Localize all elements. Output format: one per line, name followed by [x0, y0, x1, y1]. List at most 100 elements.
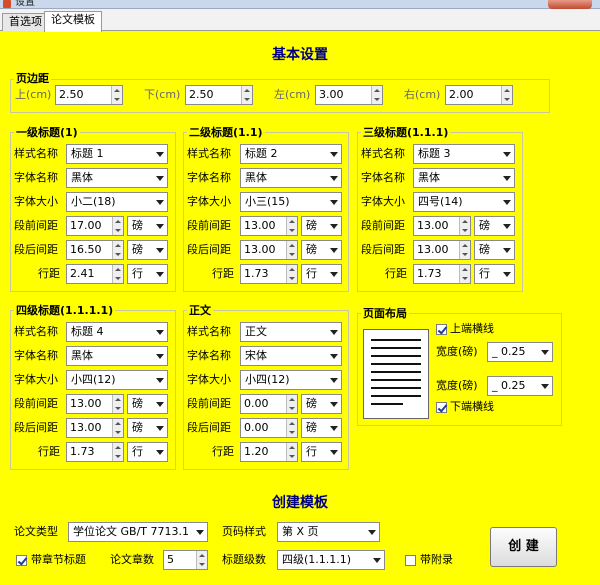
- heading3-style-select[interactable]: 标题 3: [413, 144, 515, 164]
- chevron-down-icon[interactable]: [538, 377, 552, 395]
- spinner-arrows-icon[interactable]: [286, 217, 297, 235]
- heading3-line-spinner[interactable]: 1.73: [413, 264, 471, 284]
- body-before-unit-select[interactable]: 磅: [301, 394, 342, 414]
- paper-type-select[interactable]: 学位论文 GB/T 7713.1: [68, 522, 208, 542]
- top-line-checkbox[interactable]: [436, 324, 447, 335]
- chevron-down-icon[interactable]: [153, 395, 167, 413]
- body-style-select[interactable]: 正文: [240, 322, 342, 342]
- spinner-arrows-icon[interactable]: [501, 86, 512, 104]
- spinner-arrows-icon[interactable]: [286, 395, 297, 413]
- heading1-font-select[interactable]: 黑体: [66, 168, 168, 188]
- heading4-size-select[interactable]: 小四(12): [66, 370, 168, 390]
- body-font-select[interactable]: 宋体: [240, 346, 342, 366]
- heading4-before-unit-select[interactable]: 磅: [127, 394, 168, 414]
- heading1-size-select[interactable]: 小二(18): [66, 192, 168, 212]
- spinner-arrows-icon[interactable]: [286, 265, 297, 283]
- chevron-down-icon[interactable]: [327, 169, 341, 187]
- heading3-before-unit-select[interactable]: 磅: [474, 216, 515, 236]
- chevron-down-icon[interactable]: [500, 169, 514, 187]
- chevron-down-icon[interactable]: [500, 265, 514, 283]
- chevron-down-icon[interactable]: [153, 323, 167, 341]
- chevron-down-icon[interactable]: [327, 217, 341, 235]
- body-before-spinner[interactable]: 0.00: [240, 394, 298, 414]
- heading2-line-spinner[interactable]: 1.73: [240, 264, 298, 284]
- chevron-down-icon[interactable]: [500, 193, 514, 211]
- chevron-down-icon[interactable]: [153, 443, 167, 461]
- spinner-arrows-icon[interactable]: [112, 265, 123, 283]
- heading3-after-unit-select[interactable]: 磅: [474, 240, 515, 260]
- spinner-arrows-icon[interactable]: [112, 217, 123, 235]
- heading4-after-spinner[interactable]: 13.00: [66, 418, 124, 438]
- chevron-down-icon[interactable]: [327, 145, 341, 163]
- chevron-down-icon[interactable]: [153, 371, 167, 389]
- chapter-title-checkbox[interactable]: [16, 555, 27, 566]
- heading4-font-select[interactable]: 黑体: [66, 346, 168, 366]
- chevron-down-icon[interactable]: [153, 217, 167, 235]
- heading3-font-select[interactable]: 黑体: [413, 168, 515, 188]
- chevron-down-icon[interactable]: [327, 347, 341, 365]
- spinner-arrows-icon[interactable]: [286, 241, 297, 259]
- heading2-style-select[interactable]: 标题 2: [240, 144, 342, 164]
- spinner-arrows-icon[interactable]: [371, 86, 382, 104]
- heading1-line-spinner[interactable]: 2.41: [66, 264, 124, 284]
- appendix-checkbox[interactable]: [405, 555, 416, 566]
- body-line-spinner[interactable]: 1.20: [240, 442, 298, 462]
- heading2-after-unit-select[interactable]: 磅: [301, 240, 342, 260]
- create-button[interactable]: 创 建: [490, 527, 557, 567]
- heading-levels-select[interactable]: 四级(1.1.1.1): [277, 550, 385, 570]
- chevron-down-icon[interactable]: [153, 145, 167, 163]
- spinner-arrows-icon[interactable]: [459, 265, 470, 283]
- heading4-line-spinner[interactable]: 1.73: [66, 442, 124, 462]
- chevron-down-icon[interactable]: [327, 419, 341, 437]
- heading2-font-select[interactable]: 黑体: [240, 168, 342, 188]
- margin-right-spinner[interactable]: 2.00: [445, 85, 513, 105]
- page-number-select[interactable]: 第 X 页: [277, 522, 380, 542]
- chevron-down-icon[interactable]: [327, 371, 341, 389]
- body-after-spinner[interactable]: 0.00: [240, 418, 298, 438]
- heading1-after-unit-select[interactable]: 磅: [127, 240, 168, 260]
- close-button[interactable]: [548, 0, 592, 9]
- spinner-arrows-icon[interactable]: [286, 443, 297, 461]
- heading4-after-unit-select[interactable]: 磅: [127, 418, 168, 438]
- spinner-arrows-icon[interactable]: [459, 217, 470, 235]
- body-line-unit-select[interactable]: 行: [301, 442, 342, 462]
- body-after-unit-select[interactable]: 磅: [301, 418, 342, 438]
- chevron-down-icon[interactable]: [153, 193, 167, 211]
- chevron-down-icon[interactable]: [327, 265, 341, 283]
- heading1-after-spinner[interactable]: 16.50: [66, 240, 124, 260]
- heading3-after-spinner[interactable]: 13.00: [413, 240, 471, 260]
- heading3-size-select[interactable]: 四号(14): [413, 192, 515, 212]
- chevron-down-icon[interactable]: [500, 217, 514, 235]
- top-width-select[interactable]: _ 0.25: [487, 342, 553, 362]
- margin-left-spinner[interactable]: 3.00: [315, 85, 383, 105]
- spinner-arrows-icon[interactable]: [112, 419, 123, 437]
- spinner-arrows-icon[interactable]: [111, 86, 122, 104]
- spinner-arrows-icon[interactable]: [459, 241, 470, 259]
- body-size-select[interactable]: 小四(12): [240, 370, 342, 390]
- chevron-down-icon[interactable]: [500, 145, 514, 163]
- spinner-arrows-icon[interactable]: [112, 443, 123, 461]
- chapters-spinner[interactable]: 5: [163, 550, 208, 570]
- margin-top-spinner[interactable]: 2.50: [55, 85, 123, 105]
- chevron-down-icon[interactable]: [327, 443, 341, 461]
- margin-bottom-spinner[interactable]: 2.50: [185, 85, 253, 105]
- heading2-size-select[interactable]: 小三(15): [240, 192, 342, 212]
- heading1-style-select[interactable]: 标题 1: [66, 144, 168, 164]
- chevron-down-icon[interactable]: [327, 193, 341, 211]
- chevron-down-icon[interactable]: [153, 419, 167, 437]
- heading1-line-unit-select[interactable]: 行: [127, 264, 168, 284]
- spinner-arrows-icon[interactable]: [196, 551, 207, 569]
- spinner-arrows-icon[interactable]: [241, 86, 252, 104]
- spinner-arrows-icon[interactable]: [112, 241, 123, 259]
- bottom-width-select[interactable]: _ 0.25: [487, 376, 553, 396]
- chevron-down-icon[interactable]: [327, 323, 341, 341]
- tab-preferences[interactable]: 首选项: [2, 13, 49, 31]
- chevron-down-icon[interactable]: [153, 241, 167, 259]
- heading1-before-spinner[interactable]: 17.00: [66, 216, 124, 236]
- chevron-down-icon[interactable]: [538, 343, 552, 361]
- heading3-line-unit-select[interactable]: 行: [474, 264, 515, 284]
- spinner-arrows-icon[interactable]: [286, 419, 297, 437]
- heading2-before-unit-select[interactable]: 磅: [301, 216, 342, 236]
- chevron-down-icon[interactable]: [327, 395, 341, 413]
- spinner-arrows-icon[interactable]: [112, 395, 123, 413]
